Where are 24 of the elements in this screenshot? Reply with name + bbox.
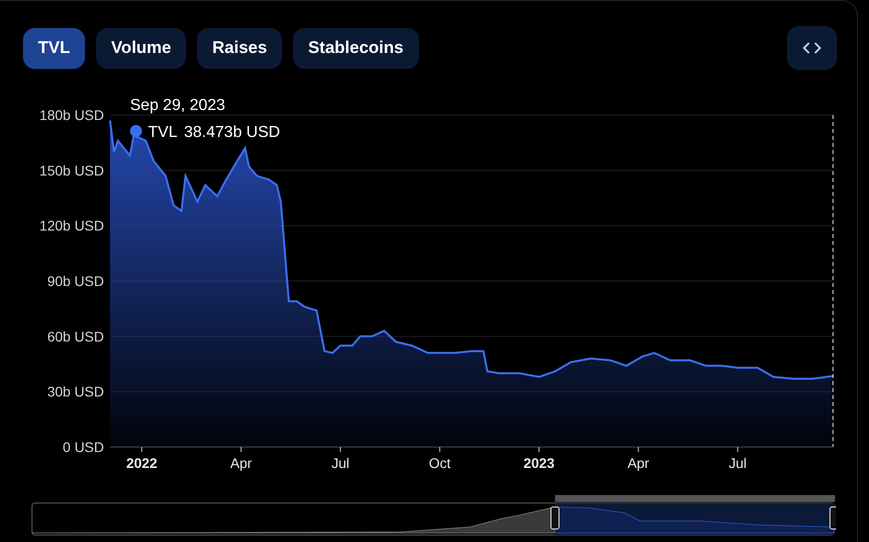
y-axis-label: 90b USD (47, 273, 104, 289)
embed-button[interactable] (787, 26, 837, 70)
chart-tab[interactable]: Raises (197, 28, 282, 68)
y-axis-label: 150b USD (39, 162, 104, 178)
chart-tab[interactable]: TVL (23, 28, 86, 68)
chart-tab[interactable]: Volume (96, 28, 186, 68)
x-axis-label: Jul (728, 455, 747, 471)
tooltip-date: Sep 29, 2023 (130, 97, 226, 114)
y-axis-label: 120b USD (39, 218, 104, 234)
x-axis-label: Jul (331, 455, 350, 471)
x-axis-label: Oct (428, 455, 451, 471)
tooltip-series: TVL (148, 124, 178, 141)
x-axis-label: 2023 (523, 455, 555, 471)
y-axis-label: 60b USD (47, 328, 104, 344)
y-axis-label: 30b USD (47, 384, 104, 400)
x-axis-label: Apr (627, 455, 650, 471)
y-axis-label: 0 USD (62, 439, 104, 455)
code-icon (803, 42, 821, 54)
tooltip-value: 38.473b USD (184, 124, 280, 141)
x-axis-label: Apr (230, 455, 252, 471)
y-axis-label: 180b USD (39, 107, 104, 123)
series-dot (130, 125, 142, 137)
x-axis-label: 2022 (126, 455, 158, 471)
chart-tab[interactable]: Stablecoins (293, 28, 418, 68)
